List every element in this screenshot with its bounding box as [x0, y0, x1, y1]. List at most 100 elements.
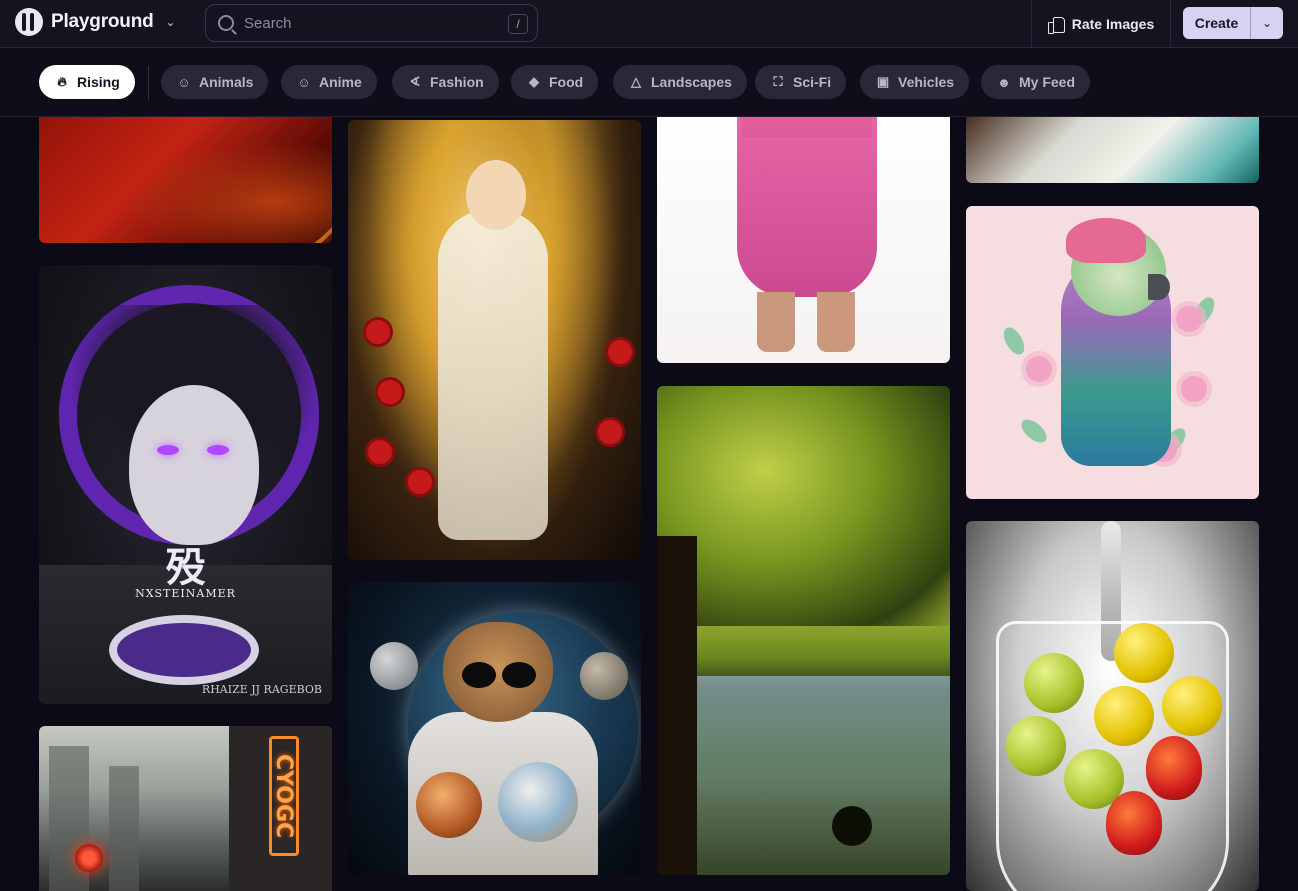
image-art: [999, 324, 1029, 358]
image-art: [1162, 676, 1222, 736]
image-art: [757, 292, 795, 352]
image-art: [443, 622, 553, 722]
image-art: [657, 536, 697, 875]
image-art: [366, 320, 390, 344]
image-art: [580, 652, 628, 700]
image-art: [82, 117, 332, 243]
image-art: [416, 772, 482, 838]
image-card-anime-purple[interactable]: 殁 NXSTEINAMER RHAIZE JJ RAGEBOB: [39, 265, 332, 704]
image-art: [657, 386, 950, 626]
image-card-abstract-swirl[interactable]: [39, 117, 332, 243]
image-art: [408, 470, 432, 494]
image-card-parrot[interactable]: [966, 206, 1259, 499]
category-label: My Feed: [1019, 74, 1076, 90]
category-label: Sci-Fi: [793, 74, 832, 90]
category-divider: [148, 66, 149, 100]
food-icon: ◆: [529, 74, 539, 89]
thumbs-up-icon: [1047, 16, 1065, 34]
image-art: [1146, 736, 1202, 800]
app-logo[interactable]: Playground ⌄: [15, 8, 176, 36]
create-button[interactable]: Create: [1183, 7, 1251, 39]
image-art: [1024, 653, 1084, 713]
header-divider: [1170, 0, 1171, 48]
smile-icon: ☺: [297, 74, 311, 90]
chevron-down-icon: ⌄: [1261, 16, 1273, 30]
image-card-embroidered-gown[interactable]: [966, 117, 1259, 183]
category-chip-my-feed[interactable]: ☻ My Feed: [981, 65, 1091, 99]
playground-logo-icon: [15, 8, 43, 36]
category-chip-food[interactable]: ◆ Food: [511, 65, 599, 99]
image-grid: 殁 NXSTEINAMER RHAIZE JJ RAGEBOB CYOGC: [0, 117, 1298, 891]
category-label: Food: [549, 74, 584, 90]
image-art: [368, 440, 392, 464]
image-art: [832, 806, 872, 846]
create-button-group: Create ⌄: [1183, 7, 1283, 39]
image-card-golden-anime[interactable]: [348, 120, 641, 560]
image-card-lake-trees[interactable]: [657, 386, 950, 875]
category-chip-fashion[interactable]: ∢ Fashion: [392, 65, 499, 99]
image-art: [378, 380, 402, 404]
rate-images-label: Rate Images: [1071, 16, 1155, 32]
category-chip-animals[interactable]: ☺ Animals: [161, 65, 269, 99]
image-art: [1148, 274, 1170, 300]
category-label: Fashion: [430, 74, 484, 90]
image-art: [157, 445, 179, 455]
category-label: Rising: [77, 74, 120, 90]
category-label: Animals: [199, 74, 254, 90]
image-art: [109, 615, 259, 685]
image-art: [657, 676, 950, 875]
cat-face-icon: ☺: [177, 74, 191, 90]
search-box[interactable]: /: [205, 4, 538, 42]
image-caption-large: 殁: [165, 544, 206, 591]
image-art: [1176, 306, 1202, 332]
category-label: Vehicles: [898, 74, 955, 90]
image-art: [129, 385, 259, 545]
image-art: [1094, 686, 1154, 746]
image-art: [502, 662, 536, 688]
flame-icon: 🔥︎: [57, 74, 67, 89]
image-art: [466, 160, 526, 230]
category-chip-rising[interactable]: 🔥︎ Rising: [39, 65, 135, 99]
image-art: [737, 117, 877, 297]
image-art: [1114, 623, 1174, 683]
image-art: [498, 762, 578, 842]
image-art: [1006, 716, 1066, 776]
image-art: [207, 445, 229, 455]
app-name: Playground: [51, 11, 154, 32]
image-art: [438, 210, 548, 540]
image-art: [1017, 415, 1051, 447]
chevron-down-icon[interactable]: ⌄: [166, 15, 176, 29]
image-art: [1106, 791, 1162, 855]
mountain-icon: △: [631, 74, 641, 89]
image-art: [75, 844, 103, 872]
top-header: Playground ⌄ / Rate Images Create ⌄: [0, 0, 1298, 48]
image-art: [370, 642, 418, 690]
category-chip-sci-fi[interactable]: ⛶ Sci-Fi: [755, 65, 847, 99]
search-input[interactable]: [244, 14, 484, 32]
image-caption-corner: RHAIZE JJ RAGEBOB: [201, 683, 322, 696]
category-bar: 🔥︎ Rising ☺ Animals ☺ Anime ∢ Fashion ◆ …: [0, 49, 1298, 117]
image-card-cyberpunk-street[interactable]: CYOGC: [39, 726, 332, 891]
image-art: [608, 340, 632, 364]
category-label: Anime: [319, 74, 362, 90]
user-icon: ☻: [997, 74, 1011, 90]
image-art: [109, 766, 139, 891]
robot-icon: ⛶: [773, 74, 783, 89]
car-icon: ▣: [876, 74, 890, 89]
create-dropdown-button[interactable]: ⌄: [1251, 7, 1283, 39]
image-card-pink-dress[interactable]: [657, 117, 950, 363]
search-shortcut-key: /: [508, 14, 528, 34]
search-icon: [218, 15, 234, 31]
image-caption-small: NXSTEINAMER: [135, 587, 236, 600]
image-art: [598, 420, 622, 444]
category-chip-anime[interactable]: ☺ Anime: [281, 65, 377, 99]
neon-sign-text: CYOGC: [269, 736, 299, 856]
image-art: [817, 292, 855, 352]
image-card-cat-astronaut[interactable]: [348, 582, 641, 875]
image-art: [462, 662, 496, 688]
shoe-icon: ∢: [409, 74, 421, 89]
image-card-fruit-glass[interactable]: [966, 521, 1259, 891]
category-chip-vehicles[interactable]: ▣ Vehicles: [860, 65, 970, 99]
category-chip-landscapes[interactable]: △ Landscapes: [613, 65, 747, 99]
rate-images-button[interactable]: Rate Images: [1032, 0, 1170, 48]
